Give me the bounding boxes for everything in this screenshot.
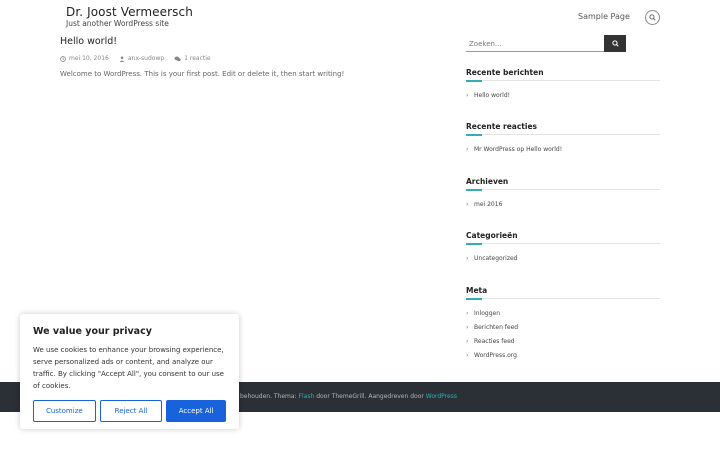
meta-posts-feed-link[interactable]: Berichten feed (474, 324, 518, 331)
chevron-right-icon: › (466, 91, 469, 99)
search-icon (611, 40, 619, 47)
widget-recent-posts: Recente berichten › Hello world! (466, 68, 660, 102)
widget-divider (466, 242, 660, 245)
site-title[interactable]: Dr. Joost Vermeersch (66, 5, 193, 19)
widget-recent-comments: Recente reacties › Mr WordPress op Hello… (466, 122, 660, 156)
footer-credits: behouden. Thema: Flash door ThemeGrill. … (240, 393, 457, 400)
widget-title: Recente berichten (466, 68, 544, 77)
post-author[interactable]: anx-sudowp (119, 55, 164, 62)
cookie-buttons: Customize Reject All Accept All (33, 400, 226, 422)
list-item[interactable]: › Reacties feed (466, 334, 660, 348)
widget-archives: Archieven › mei 2016 (466, 177, 660, 211)
cookie-title: We value your privacy (33, 326, 152, 337)
comment-author-link[interactable]: Mr WordPress (474, 146, 515, 153)
chevron-right-icon: › (466, 323, 469, 331)
list-item[interactable]: › WordPress.org (466, 348, 660, 362)
footer-platform-link[interactable]: WordPress (426, 393, 457, 400)
post-author-text: anx-sudowp (127, 55, 165, 62)
post-title[interactable]: Hello world! (60, 36, 117, 47)
footer-text-by: door ThemeGrill. Aangedreven door (316, 393, 424, 400)
widget-categories: Categorieën › Uncategorized (466, 231, 660, 265)
widget-divider (466, 188, 660, 191)
list-item[interactable]: › Uncategorized (466, 251, 660, 265)
meta-wordpress-link[interactable]: WordPress.org (474, 352, 517, 359)
widget-meta: Meta › Inloggen › Berichten feed › Reacties… (466, 286, 660, 362)
list-item[interactable]: › mei 2016 (466, 197, 660, 211)
post-content: Welcome to WordPress. This is your first… (60, 70, 345, 78)
sidebar-search-button[interactable] (604, 35, 626, 52)
list-item[interactable]: › Berichten feed (466, 320, 660, 334)
archive-link[interactable]: mei 2016 (474, 201, 502, 208)
chevron-right-icon: › (466, 337, 469, 345)
widget-divider (466, 79, 660, 82)
nav-sample-page[interactable]: Sample Page (578, 12, 630, 21)
chevron-right-icon: › (466, 351, 469, 359)
chevron-right-icon: › (466, 254, 469, 262)
widget-title: Recente reacties (466, 122, 538, 131)
widget-divider (466, 297, 660, 300)
list-item[interactable]: › Inloggen (466, 306, 660, 320)
widget-title: Categorieën (466, 231, 518, 240)
chevron-right-icon: › (466, 309, 469, 317)
user-icon (119, 55, 125, 62)
post-date[interactable]: mei 10, 2016 (60, 55, 109, 62)
category-link[interactable]: Uncategorized (474, 255, 517, 262)
post-date-text: mei 10, 2016 (69, 55, 109, 62)
search-icon (649, 14, 656, 21)
comment-post-link[interactable]: Hello world! (526, 146, 562, 153)
footer-text-prefix: behouden. Thema: (240, 393, 297, 400)
sidebar-search-input[interactable] (466, 36, 604, 52)
post-meta: mei 10, 2016 anx-sudowp 1 reactie (60, 55, 211, 62)
list-item[interactable]: › Hello world! (466, 88, 660, 102)
recent-post-link[interactable]: Hello world! (474, 92, 510, 99)
meta-login-link[interactable]: Inloggen (474, 310, 500, 317)
post-comments-text: 1 reactie (184, 55, 211, 62)
cookie-body: We use cookies to enhance your browsing … (33, 346, 224, 390)
widget-title: Meta (466, 286, 488, 295)
widget-divider (466, 133, 660, 136)
meta-comments-feed-link[interactable]: Reacties feed (474, 338, 515, 345)
comments-icon (174, 56, 181, 61)
search-toggle-button[interactable] (645, 10, 660, 25)
chevron-right-icon: › (466, 145, 469, 153)
cookie-consent-banner: We value your privacy We use cookies to … (20, 314, 239, 429)
footer-theme-link[interactable]: Flash (299, 393, 315, 400)
post-comments[interactable]: 1 reactie (174, 55, 211, 62)
list-item: › Mr WordPress op Hello world! (466, 142, 660, 156)
chevron-right-icon: › (466, 200, 469, 208)
clock-icon (60, 55, 66, 62)
accept-all-button[interactable]: Accept All (166, 400, 226, 422)
site-tagline: Just another WordPress site (66, 19, 169, 28)
widget-title: Archieven (466, 177, 509, 186)
customize-button[interactable]: Customize (33, 400, 96, 422)
site-header: Dr. Joost Vermeersch Just another WordPr… (0, 0, 720, 34)
reject-all-button[interactable]: Reject All (99, 400, 163, 422)
comment-sep: op (516, 145, 525, 153)
